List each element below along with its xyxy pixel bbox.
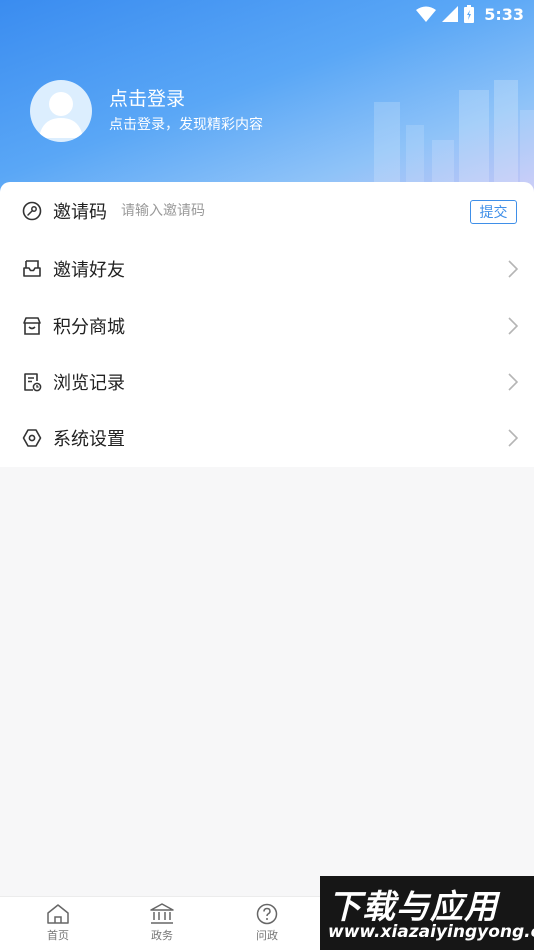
- inbox-icon: [22, 259, 42, 279]
- tab-government[interactable]: 政务: [132, 903, 192, 947]
- login-subtitle: 点击登录，发现精彩内容: [109, 117, 263, 133]
- chevron-right-icon: [508, 373, 518, 391]
- tab-label: 首页: [47, 929, 69, 942]
- government-building-icon: [150, 903, 174, 924]
- avatar[interactable]: [30, 80, 92, 142]
- cell-signal-icon: [442, 6, 459, 22]
- city-skyline-decoration: [374, 80, 534, 200]
- invite-code-row: 邀请码 提交: [0, 183, 534, 239]
- settings-hexagon-icon: [22, 428, 42, 448]
- menu-item-label: 系统设置: [53, 429, 125, 450]
- tab-inquiry[interactable]: 问政: [237, 903, 297, 947]
- tab-label: 政务: [151, 929, 173, 942]
- chevron-right-icon: [508, 260, 518, 278]
- key-icon: [22, 201, 42, 221]
- watermark-title: 下载与应用: [328, 887, 498, 926]
- question-circle-icon: [256, 903, 278, 925]
- menu-card: 邀请码 提交 邀请好友 积分商城: [0, 182, 534, 467]
- home-icon: [47, 904, 69, 924]
- battery-icon: [464, 5, 475, 23]
- tab-label: 问政: [256, 929, 278, 942]
- tab-home[interactable]: 首页: [28, 903, 88, 947]
- watermark-url: www.xiazaiyingyong.com: [328, 922, 534, 942]
- default-user-icon: [39, 92, 83, 138]
- menu-item-label: 邀请好友: [53, 260, 125, 281]
- menu-item-browse-history[interactable]: 浏览记录: [0, 354, 534, 410]
- invite-code-label: 邀请码: [53, 202, 107, 223]
- status-time: 5:33: [484, 4, 524, 24]
- invite-code-input[interactable]: [121, 203, 421, 219]
- history-document-icon: [22, 372, 42, 392]
- login-title[interactable]: 点击登录: [109, 86, 263, 112]
- watermark: 下载与应用 www.xiazaiyingyong.com: [320, 876, 534, 950]
- chevron-right-icon: [508, 429, 518, 447]
- profile-header: 5:33 点击登录 点击登录，发现精彩内容: [0, 0, 534, 200]
- wifi-icon: [416, 6, 437, 22]
- menu-item-invite-friends[interactable]: 邀请好友: [0, 241, 534, 297]
- login-profile[interactable]: 点击登录 点击登录，发现精彩内容: [30, 80, 263, 142]
- menu-item-system-settings[interactable]: 系统设置: [0, 410, 534, 466]
- menu-item-label: 浏览记录: [53, 373, 125, 394]
- store-icon: [22, 316, 42, 336]
- menu-item-points-mall[interactable]: 积分商城: [0, 298, 534, 354]
- chevron-right-icon: [508, 317, 518, 335]
- menu-item-label: 积分商城: [53, 317, 125, 338]
- status-bar: 5:33: [0, 0, 534, 28]
- submit-button[interactable]: 提交: [470, 200, 517, 224]
